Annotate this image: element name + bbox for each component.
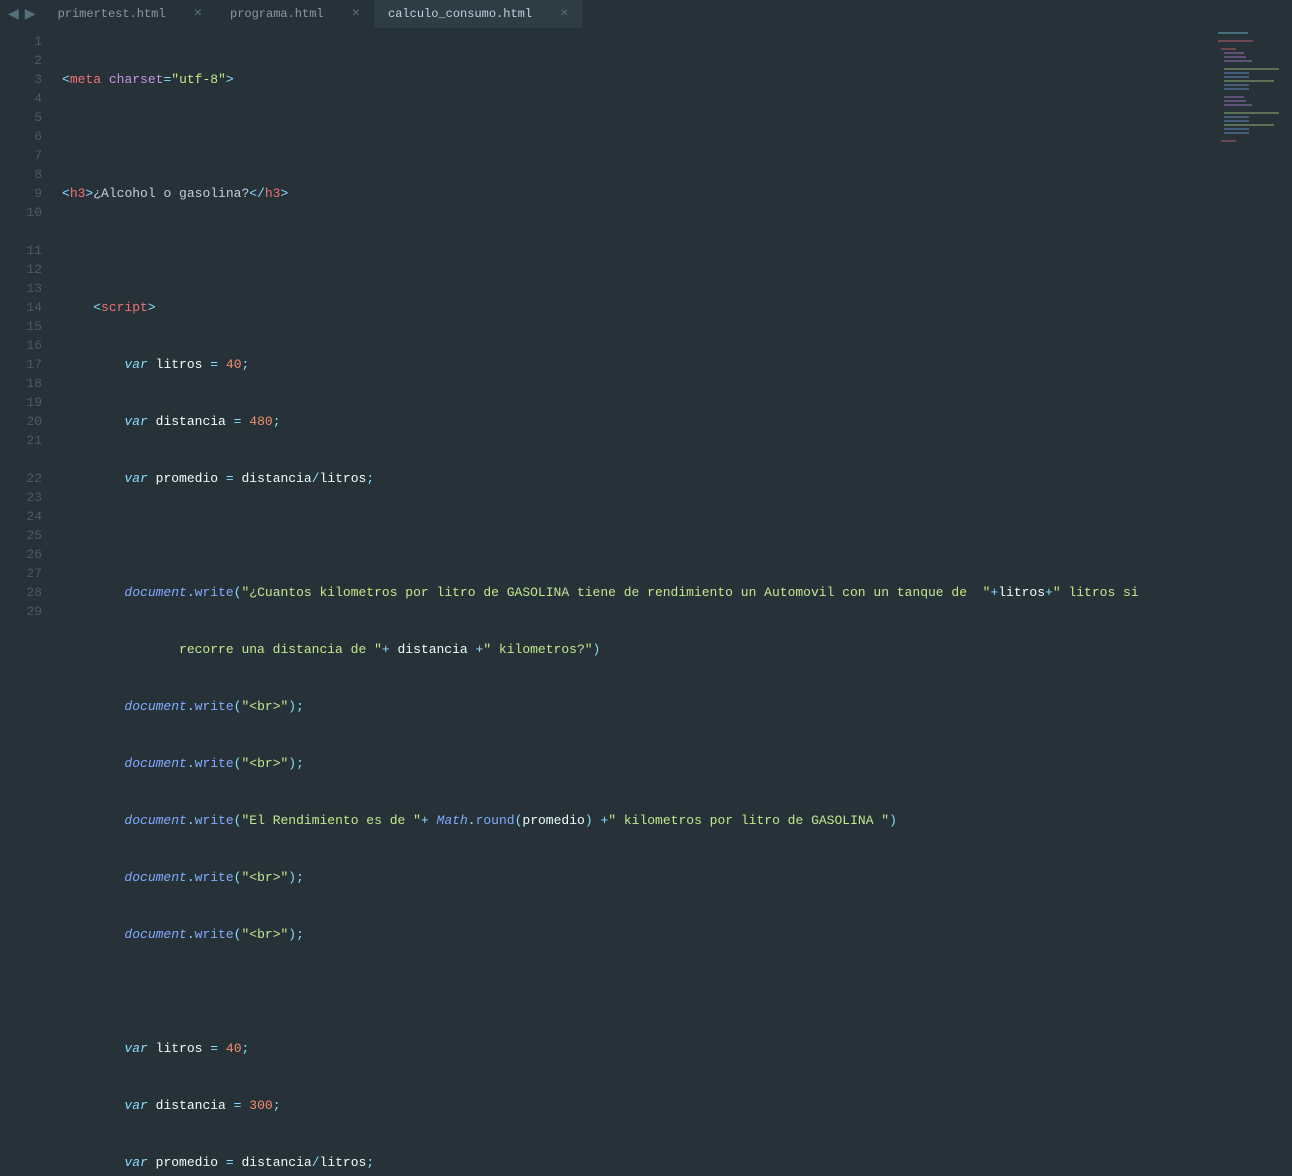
tab-label: programa.html [230, 7, 324, 21]
tab-close-icon[interactable]: × [194, 6, 202, 22]
tab-label: primertest.html [58, 7, 166, 21]
code-pane[interactable]: <meta charset="utf-8"> <h3>¿Alcohol o ga… [54, 28, 1292, 588]
tab-close-icon[interactable]: × [352, 6, 360, 22]
line-number-gutter: 1234567891011121314151617181920212223242… [0, 28, 54, 588]
nav-next-icon[interactable]: ▶ [25, 6, 36, 23]
nav-prev-icon[interactable]: ◀ [8, 6, 19, 23]
tab-primertest[interactable]: primertest.html × [44, 0, 216, 28]
tab-calculo-consumo[interactable]: calculo_consumo.html × [374, 0, 582, 28]
tab-bar: ◀ ▶ primertest.html × programa.html × ca… [0, 0, 1292, 28]
nav-arrows: ◀ ▶ [0, 0, 44, 28]
editor-area: 1234567891011121314151617181920212223242… [0, 28, 1292, 588]
tab-programa[interactable]: programa.html × [216, 0, 374, 28]
tab-close-icon[interactable]: × [560, 6, 568, 22]
tab-label: calculo_consumo.html [388, 7, 532, 21]
